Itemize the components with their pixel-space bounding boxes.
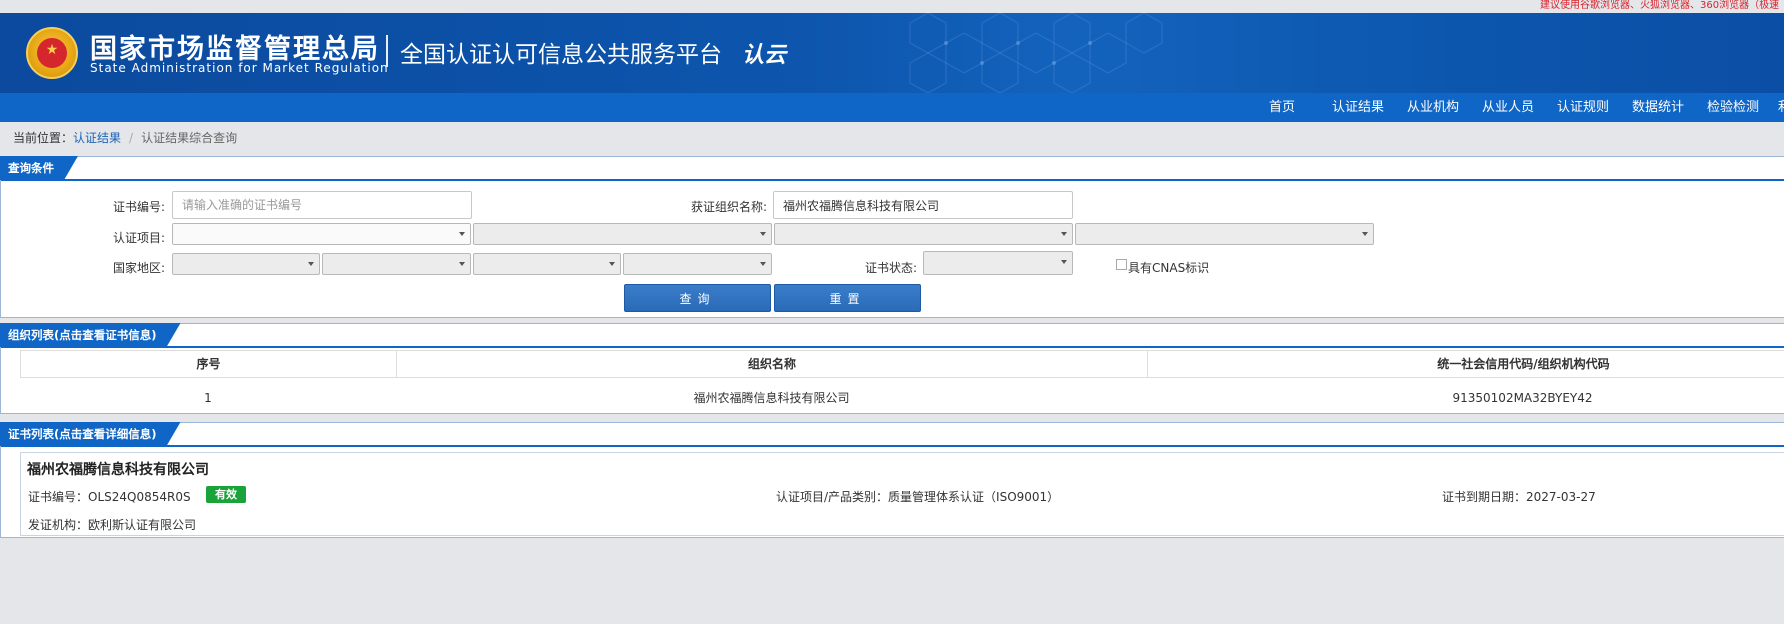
region-select-country[interactable] [172,253,320,275]
cnas-label: 具有CNAS标识 [1128,261,1210,275]
cert-card[interactable]: 福州农福腾信息科技有限公司 证书编号：OLS24Q0854R0S 有效 认证项目… [20,452,1784,536]
project-select-1[interactable] [172,223,471,245]
nav-item-personnel[interactable]: 从业人员 [1482,93,1534,122]
project-select-2[interactable] [473,223,772,245]
query-panel: 查询条件 证书编号: 获证组织名称: 认证项目: 国家地区: 证书状态: 具有C… [0,156,1784,318]
org-table-header: 序号 组织名称 统一社会信用代码/组织机构代码 [20,350,1784,378]
chevron-down-icon [459,232,465,236]
org-name-input[interactable] [773,191,1073,219]
chevron-down-icon [760,232,766,236]
chevron-down-icon [308,262,314,266]
nav-item-cert-results[interactable]: 认证结果 [1332,93,1384,122]
national-emblem-icon: ★ [26,27,78,79]
org-name-label: 获证组织名称: [691,200,768,214]
browser-recommendation-note: 建议使用谷歌浏览器、火狐浏览器、360浏览器（极速 [1540,0,1780,11]
breadcrumb-separator: / [129,131,134,145]
row-credit-code: 91350102MA32BYEY42 [1452,391,1593,405]
cert-project: 认证项目/产品类别：质量管理体系认证（ISO9001） [776,490,1060,504]
search-button[interactable]: 查询 [624,284,771,312]
breadcrumb-prefix: 当前位置： [13,131,74,145]
region-label: 国家地区: [113,261,166,275]
chevron-down-icon [459,262,465,266]
status-select[interactable] [923,251,1073,275]
region-select-district[interactable] [623,253,772,275]
col-header-no: 序号 [21,351,397,377]
chevron-down-icon [1061,232,1067,236]
cnas-checkbox[interactable] [1116,259,1127,270]
cert-number: 证书编号：OLS24Q0854R0S [28,490,191,504]
col-header-credit-code: 统一社会信用代码/组织机构代码 [1437,357,1610,371]
row-no: 1 [204,391,212,405]
project-select-4[interactable] [1075,223,1374,245]
cert-expiry: 证书到期日期：2027-03-27 [1442,490,1596,504]
row-org-name[interactable]: 福州农福腾信息科技有限公司 [396,388,1147,408]
query-panel-title: 查询条件 [0,156,78,180]
cert-org-name[interactable]: 福州农福腾信息科技有限公司 [27,459,209,479]
nav-item-rules[interactable]: 认证规则 [1557,93,1609,122]
nav-item-inspection[interactable]: 检验检测 [1707,93,1759,122]
status-label: 证书状态: [865,261,918,275]
nav-item-more[interactable]: 利 [1778,93,1784,122]
col-header-org-name: 组织名称 [397,351,1148,377]
renyun-logo-icon: 认云 [742,43,787,68]
header-divider [386,35,388,67]
breadcrumb-current: 认证结果综合查询 [141,131,238,145]
cert-issuer: 发证机构：欧利斯认证有限公司 [28,518,197,532]
breadcrumb-link-cert-results[interactable]: 认证结果 [73,131,121,145]
site-header: ★ 国家市场监督管理总局 State Administration for Ma… [0,13,1784,93]
platform-title: 全国认证认可信息公共服务平台 [400,42,722,68]
chevron-down-icon [609,262,615,266]
cert-list-title: 证书列表(点击查看详细信息) [0,422,181,446]
reset-button[interactable]: 重置 [774,284,921,312]
breadcrumb: 当前位置：认证结果 / 认证结果综合查询 [13,129,237,146]
chevron-down-icon [1362,232,1368,236]
chevron-down-icon [1061,260,1067,264]
project-select-3[interactable] [774,223,1073,245]
region-select-province[interactable] [322,253,471,275]
cert-no-label: 证书编号: [113,200,166,214]
nav-item-home[interactable]: 首页 [1269,93,1295,122]
hexagon-decoration [909,13,1163,93]
nav-item-institutions[interactable]: 从业机构 [1407,93,1459,122]
org-list-title: 组织列表(点击查看证书信息) [0,323,181,347]
main-nav: 首页 认证结果 从业机构 从业人员 认证规则 数据统计 检验检测 利 [0,93,1784,122]
nav-item-statistics[interactable]: 数据统计 [1632,93,1684,122]
region-select-city[interactable] [473,253,621,275]
cert-no-input[interactable] [172,191,472,219]
project-label: 认证项目: [113,231,166,245]
org-name-en: State Administration for Market Regulati… [90,61,389,75]
status-badge: 有效 [206,486,246,503]
chevron-down-icon [760,262,766,266]
